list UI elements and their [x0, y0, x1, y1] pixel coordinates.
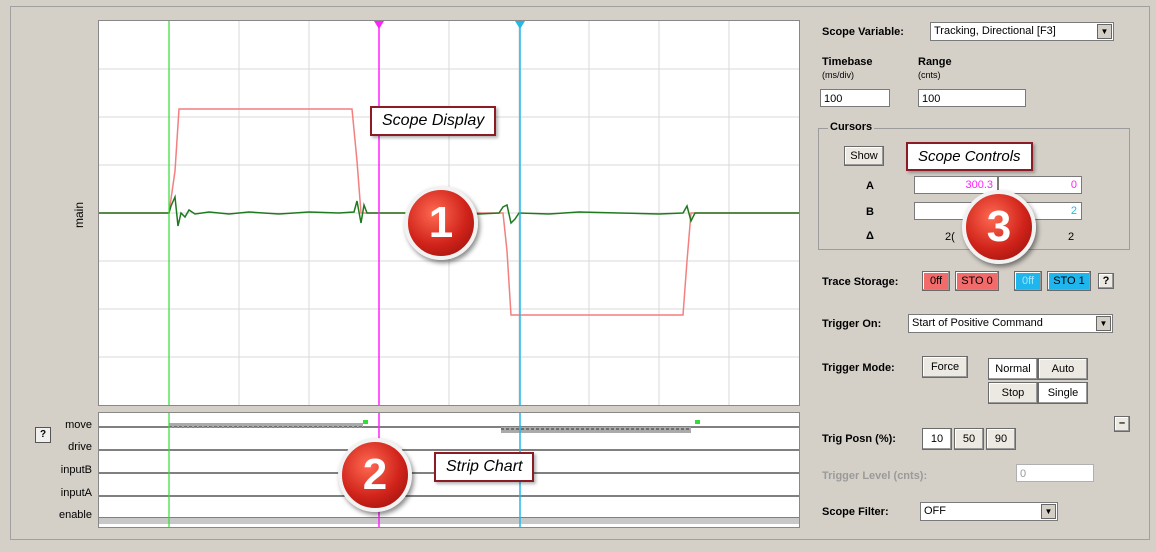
trigger-on-label: Trigger On:: [822, 318, 882, 330]
scope-controls-callout: Scope Controls: [906, 142, 1033, 171]
cursor-b-marker: [515, 21, 525, 29]
single-button[interactable]: Single: [1038, 382, 1088, 404]
cursors-title: Cursors: [828, 121, 875, 133]
timebase-unit: (ms/div): [822, 70, 854, 80]
range-input[interactable]: 100: [918, 89, 1026, 107]
auto-button[interactable]: Auto: [1038, 358, 1088, 380]
badge-2: 2: [338, 438, 412, 512]
normal-button[interactable]: Normal: [988, 358, 1038, 380]
badge-3: 3: [962, 190, 1036, 264]
trace-help-button[interactable]: ?: [1098, 273, 1114, 289]
chevron-down-icon[interactable]: ▼: [1041, 504, 1056, 519]
main-channel-label: main: [72, 202, 86, 229]
force-button[interactable]: Force: [922, 356, 968, 378]
strip-label-inputb: inputB: [60, 464, 92, 476]
timebase-input[interactable]: 100: [820, 89, 890, 107]
sto0-button[interactable]: STO 0: [955, 271, 999, 291]
scope-variable-label: Scope Variable:: [822, 26, 904, 38]
show-cursors-button[interactable]: Show: [844, 146, 884, 166]
trigger-on-value: Start of Positive Command: [912, 317, 1043, 329]
scope-filter-value: OFF: [924, 505, 946, 517]
scope-variable-value: Tracking, Directional [F3]: [934, 25, 1056, 37]
chevron-down-icon[interactable]: ▼: [1096, 316, 1111, 331]
trig-posn-90-button[interactable]: 90: [986, 428, 1016, 450]
strip-label-move: move: [65, 419, 92, 431]
move-block-1: [169, 423, 363, 427]
sto1-button[interactable]: STO 1: [1047, 271, 1091, 291]
trigger-level-label: Trigger Level (cnts):: [822, 470, 928, 482]
trace-off-1-button[interactable]: 0ff: [922, 271, 950, 291]
strip-label-drive: drive: [68, 441, 92, 453]
cursor-delta-time: 2(: [945, 231, 955, 243]
strip-label-inputa: inputA: [60, 487, 92, 499]
trig-posn-label: Trig Posn (%):: [822, 433, 896, 445]
cursor-a-marker: [374, 21, 384, 29]
strip-chart-callout: Strip Chart: [434, 452, 535, 482]
cursor-row-b: B: [866, 206, 874, 218]
trig-posn-50-button[interactable]: 50: [954, 428, 984, 450]
timebase-label: Timebase: [822, 56, 873, 68]
move-block-2: [501, 427, 691, 433]
trig-posn-10-button[interactable]: 10: [922, 428, 952, 450]
scope-filter-select[interactable]: OFF ▼: [920, 502, 1058, 521]
stop-button[interactable]: Stop: [988, 382, 1038, 404]
collapse-button[interactable]: –: [1114, 416, 1130, 432]
trigger-level-input[interactable]: 0: [1016, 464, 1094, 482]
cursor-delta-value: 2: [1068, 231, 1075, 243]
cursor-row-a: A: [866, 180, 874, 192]
trace-storage-label: Trace Storage:: [822, 276, 899, 288]
range-unit: (cnts): [918, 70, 941, 80]
trigger-mode-label: Trigger Mode:: [822, 362, 895, 374]
cursor-row-delta: Δ: [866, 230, 874, 242]
enable-band: [99, 518, 799, 524]
chevron-down-icon[interactable]: ▼: [1097, 24, 1112, 39]
trigger-on-select[interactable]: Start of Positive Command ▼: [908, 314, 1113, 333]
strip-label-enable: enable: [58, 509, 92, 521]
range-label: Range: [918, 56, 952, 68]
scope-filter-label: Scope Filter:: [822, 506, 889, 518]
scope-variable-select[interactable]: Tracking, Directional [F3] ▼: [930, 22, 1114, 41]
trace-off-2-button[interactable]: 0ff: [1014, 271, 1042, 291]
scope-display-callout: Scope Display: [370, 106, 497, 136]
badge-1: 1: [404, 186, 478, 260]
